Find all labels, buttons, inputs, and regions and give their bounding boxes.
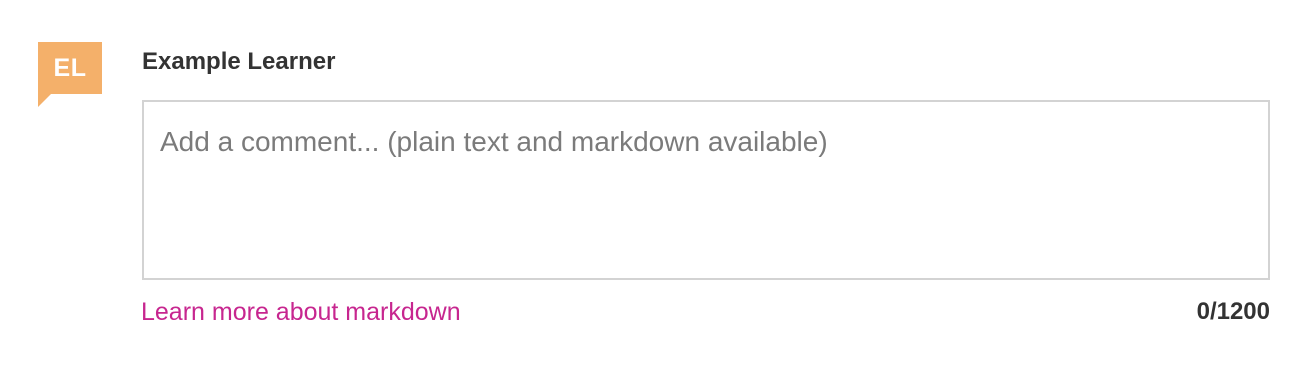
avatar-tail — [38, 94, 51, 107]
comment-input[interactable] — [142, 100, 1270, 280]
character-count: 0/1200 — [1196, 298, 1270, 325]
avatar-initials: EL — [53, 54, 87, 82]
author-name: Example Learner — [142, 48, 336, 75]
learn-markdown-link[interactable]: Learn more about markdown — [141, 298, 461, 327]
avatar: EL — [38, 42, 102, 107]
